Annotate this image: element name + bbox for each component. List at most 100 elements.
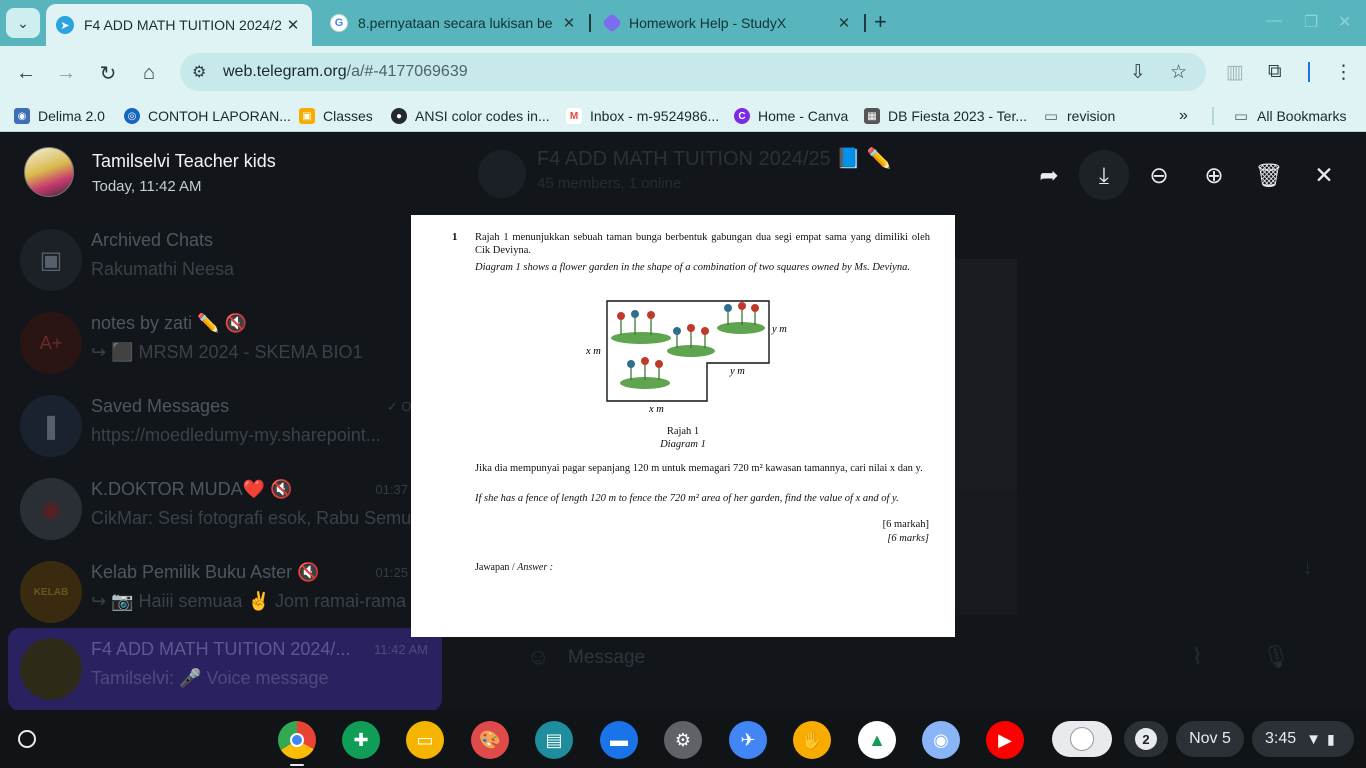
chat-row-archived[interactable]: ▣ Archived Chats Rakumathi Neesa: [0, 219, 450, 302]
folder-icon: ▭: [1043, 108, 1059, 125]
chat-title: notes by zati ✏️ 🔇: [91, 313, 247, 333]
zoom-out-icon[interactable]: ⊖: [1134, 150, 1184, 200]
bookmark-star-icon[interactable]: ☆: [1170, 61, 1187, 84]
chat-subtitle: ↪ ⬛ MRSM 2024 - SKEMA BIO1: [91, 342, 363, 362]
chat-title: Archived Chats: [91, 230, 214, 250]
url-host: web.telegram.org: [223, 63, 347, 80]
tab-search-button[interactable]: ⌄: [6, 8, 40, 38]
bookmark-revision[interactable]: ▭ revision: [1043, 107, 1115, 125]
launcher-icon[interactable]: [18, 730, 36, 748]
screencast-icon[interactable]: ◉: [922, 721, 960, 759]
chat-avatar: ◉: [20, 478, 82, 540]
chat-row-notes-by-zati[interactable]: A+ notes by zati ✏️ 🔇 ↪ ⬛ MRSM 2024 - SK…: [0, 302, 450, 385]
viewer-author-avatar[interactable]: [24, 147, 74, 197]
emoji-icon[interactable]: ☺: [527, 644, 549, 670]
bookmark-contoh-laporan[interactable]: ◎ CONTOH LAPORAN...: [124, 107, 291, 125]
tab-title: 8.pernyataan secara lukisan be: [358, 15, 553, 31]
tab-telegram[interactable]: ➤ F4 ADD MATH TUITION 2024/2 ✕: [46, 4, 312, 46]
attach-icon[interactable]: ⌇: [1192, 644, 1203, 670]
chat-row-f4-add-math[interactable]: F4 ADD MATH TUITION 2024/... Tamilselvi:…: [8, 628, 442, 710]
bookmark-canva[interactable]: C Home - Canva: [734, 107, 848, 125]
status-area[interactable]: 3:45 ▼ ▮: [1252, 721, 1354, 757]
address-bar[interactable]: ⚙ web.telegram.org/a/#-4177069639 ⇩ ☆: [180, 53, 1206, 91]
site-info-icon[interactable]: ⚙: [192, 62, 206, 82]
tab-strip: ⌄ ➤ F4 ADD MATH TUITION 2024/2 ✕ G 8.per…: [0, 0, 1366, 46]
screenshot-thumbnail: [1070, 727, 1094, 751]
more-bookmarks-icon[interactable]: »: [1179, 107, 1188, 125]
forward-button[interactable]: →: [52, 59, 80, 87]
tab-google[interactable]: G 8.pernyataan secara lukisan be ✕: [320, 4, 588, 42]
telegram-app-icon[interactable]: ✈: [729, 721, 767, 759]
marks-malay: [6 markah]: [882, 519, 929, 530]
wifi-icon: ▼: [1306, 730, 1321, 748]
bookmark-delima[interactable]: ◉ Delima 2.0: [14, 107, 105, 125]
reading-list-icon[interactable]: ▥: [1226, 61, 1244, 84]
chat-title: F4 ADD MATH TUITION 2024/...: [91, 639, 351, 659]
question-malay: Jika dia mempunyai pagar sepanjang 120 m…: [475, 463, 923, 474]
notifications-button[interactable]: 2: [1124, 721, 1168, 757]
close-tab-icon[interactable]: ✕: [833, 14, 855, 32]
download-icon[interactable]: ⤓: [1079, 150, 1129, 200]
bookmark-classes[interactable]: ▣ Classes: [299, 107, 373, 125]
close-tab-icon[interactable]: ✕: [282, 16, 304, 34]
app-icon: ◎: [124, 108, 140, 124]
chevron-down-icon: ⌄: [17, 14, 29, 31]
new-tab-button[interactable]: +: [874, 11, 887, 33]
bookmark-inbox[interactable]: M Inbox - m-9524986...: [566, 107, 719, 125]
classroom-icon: ▣: [299, 108, 315, 124]
youtube-icon[interactable]: ▶: [986, 721, 1024, 759]
chat-row-k-doktor-muda[interactable]: ◉ K.DOKTOR MUDA❤️ 🔇 CikMar: Sesi fotogra…: [0, 468, 450, 551]
url-path: /a/#-4177069639: [346, 63, 468, 80]
delete-icon[interactable]: 🗑: [1244, 150, 1294, 200]
message-input[interactable]: Message: [568, 647, 645, 669]
chat-row-kelab-pemilik[interactable]: KELAB Kelab Pemilik Buku Aster 🔇 ↪ 📷 Hai…: [0, 551, 450, 634]
sheets-icon[interactable]: ✚: [342, 721, 380, 759]
zoom-in-icon[interactable]: ⊕: [1189, 150, 1239, 200]
bookmark-db-fiesta[interactable]: ▦ DB Fiesta 2023 - Ter...: [864, 107, 1027, 125]
scroll-down-icon[interactable]: ↓: [1302, 554, 1313, 580]
bookmark-ansi[interactable]: ● ANSI color codes in...: [391, 107, 550, 125]
calendar-button[interactable]: Nov 5: [1176, 721, 1244, 757]
home-button[interactable]: ⌂: [135, 59, 163, 87]
github-icon: ●: [391, 108, 407, 124]
keep-icon[interactable]: ✋: [793, 721, 831, 759]
chat-title: Saved Messages: [91, 396, 230, 416]
browser-toolbar: ← → ↻ ⌂ ⚙ web.telegram.org/a/#-417706963…: [0, 46, 1366, 100]
all-bookmarks-button[interactable]: ▭ All Bookmarks: [1233, 107, 1347, 125]
close-tab-icon[interactable]: ✕: [558, 14, 580, 32]
globe-icon: ◉: [14, 108, 30, 124]
bookmark-separator: [1212, 107, 1214, 125]
forward-icon[interactable]: ➦: [1024, 150, 1074, 200]
minimize-icon[interactable]: —: [1266, 12, 1282, 30]
label-x-bottom: x m: [648, 404, 664, 415]
maximize-icon[interactable]: ❐: [1304, 12, 1318, 32]
menu-icon[interactable]: ⋮: [1334, 61, 1353, 84]
close-viewer-icon[interactable]: ✕: [1299, 150, 1349, 200]
viewer-author-name[interactable]: Tamilselvi Teacher kids: [92, 151, 276, 172]
active-app-indicator: [290, 764, 304, 766]
media-viewer-image[interactable]: 1 Rajah 1 menunjukkan sebuah taman bunga…: [411, 215, 955, 637]
bookmark-label: DB Fiesta 2023 - Ter...: [888, 108, 1028, 124]
canvas-paint-icon[interactable]: 🎨: [471, 721, 509, 759]
archive-icon: ▣: [20, 229, 82, 291]
microphone-icon[interactable]: 🎙: [1262, 644, 1290, 670]
drive-icon[interactable]: ▲: [858, 721, 896, 759]
message-composer[interactable]: ☺ Message ⌇: [505, 632, 1245, 682]
files-icon[interactable]: ▬: [600, 721, 638, 759]
extensions-icon[interactable]: ⧉: [1268, 61, 1282, 83]
chat-row-saved-messages[interactable]: ❚ Saved Messages https://moedledumy-my.s…: [0, 385, 450, 468]
settings-icon[interactable]: ⚙: [664, 721, 702, 759]
slides-icon[interactable]: ▭: [406, 721, 444, 759]
back-button[interactable]: ←: [12, 59, 40, 87]
chrome-icon[interactable]: [278, 721, 316, 759]
close-window-icon[interactable]: ✕: [1338, 12, 1351, 32]
url-text[interactable]: web.telegram.org/a/#-4177069639: [223, 63, 468, 81]
intro-malay: Rajah 1 menunjukkan sebuah taman bunga b…: [475, 232, 930, 256]
install-app-icon[interactable]: ⇩: [1130, 61, 1146, 84]
holding-space-icon[interactable]: [1052, 721, 1112, 757]
tab-studyx[interactable]: Homework Help - StudyX ✕: [595, 4, 863, 42]
garden-diagram: y m x m y m x m: [585, 300, 787, 415]
reload-button[interactable]: ↻: [94, 59, 122, 87]
classroom-app-icon[interactable]: ▤: [535, 721, 573, 759]
tab-title: F4 ADD MATH TUITION 2024/2: [84, 17, 282, 33]
